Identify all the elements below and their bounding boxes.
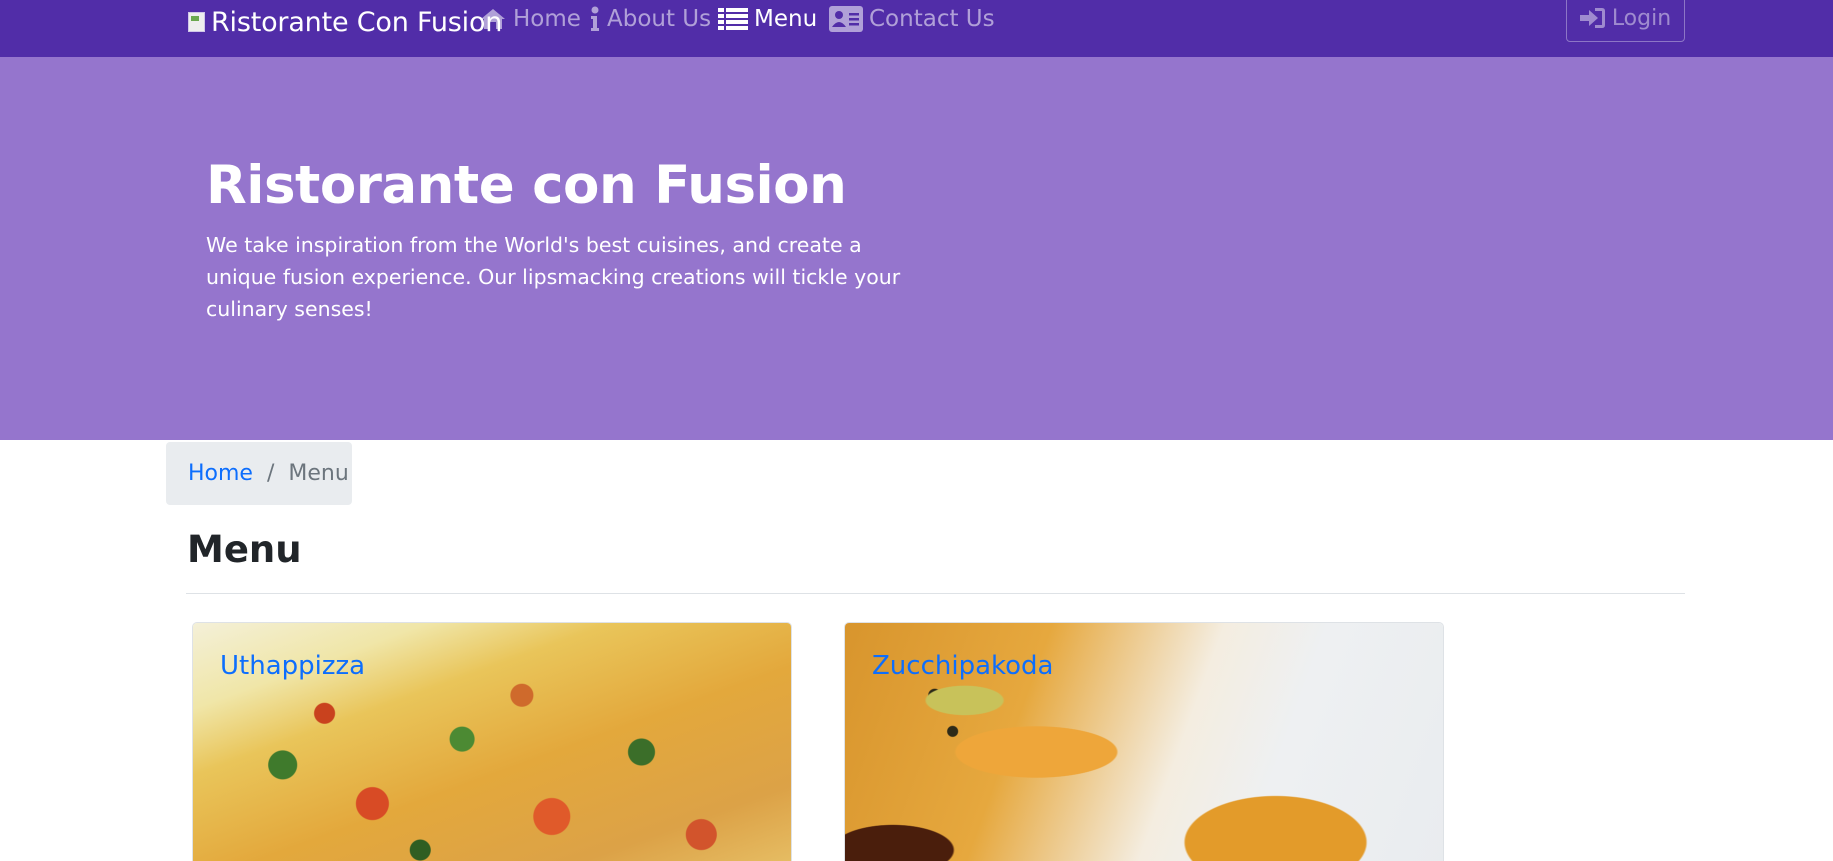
nav-item-about[interactable]: About Us bbox=[589, 0, 711, 38]
dish-name: Zucchipakoda bbox=[872, 651, 1054, 681]
login-button[interactable]: Login bbox=[1566, 0, 1685, 42]
nav-item-label: Contact Us bbox=[869, 6, 995, 32]
brand-text: Ristorante Con Fusion bbox=[211, 6, 503, 38]
jumbotron-text: We take inspiration from the World's bes… bbox=[206, 233, 901, 321]
breadcrumb-current: Menu bbox=[288, 461, 349, 486]
navbar: Ristorante Con Fusion Home About Us Menu bbox=[0, 0, 1833, 57]
divider bbox=[186, 593, 1685, 594]
broken-image-icon bbox=[186, 11, 208, 33]
nav-item-menu[interactable]: Menu bbox=[718, 0, 817, 38]
nav-item-label: Menu bbox=[754, 6, 818, 32]
breadcrumb-home-link[interactable]: Home bbox=[188, 461, 253, 486]
nav-item-contact[interactable]: Contact Us bbox=[829, 0, 995, 38]
nav-item-label: Home bbox=[513, 6, 581, 32]
nav-item-home[interactable]: Home bbox=[479, 0, 581, 38]
jumbotron-title: Ristorante con Fusion bbox=[206, 155, 847, 216]
breadcrumb-separator: / bbox=[266, 461, 275, 486]
breadcrumb: Home / Menu bbox=[166, 442, 352, 505]
jumbotron: Ristorante con Fusion We take inspiratio… bbox=[0, 57, 1833, 440]
brand[interactable]: Ristorante Con Fusion bbox=[186, 2, 502, 42]
sign-in-icon bbox=[1579, 8, 1605, 28]
home-icon bbox=[481, 9, 505, 29]
dish-name: Uthappizza bbox=[220, 651, 366, 681]
list-icon bbox=[718, 8, 748, 30]
menu-card-zucchipakoda[interactable]: Zucchipakoda bbox=[844, 622, 1444, 861]
menu-card-uthappizza[interactable]: Uthappizza bbox=[192, 622, 792, 861]
address-card-icon bbox=[829, 6, 863, 32]
login-label: Login bbox=[1611, 5, 1672, 31]
page-title: Menu bbox=[187, 528, 302, 571]
nav-item-label: About Us bbox=[607, 6, 712, 32]
info-icon bbox=[591, 6, 599, 31]
